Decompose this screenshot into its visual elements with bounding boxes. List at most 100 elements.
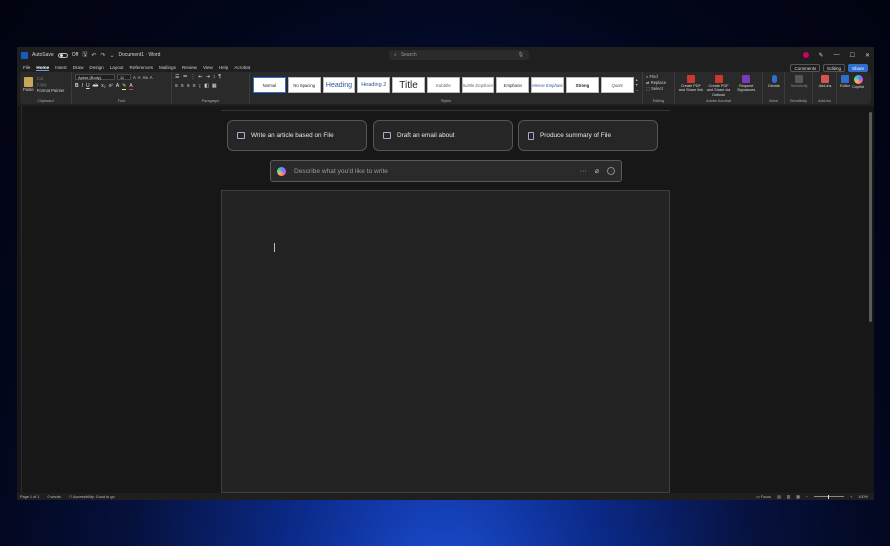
align-right-icon[interactable]: ≡: [187, 83, 190, 89]
paste-icon[interactable]: [23, 77, 33, 87]
zoom-level[interactable]: 100%: [858, 495, 868, 499]
word-count[interactable]: 0 words: [47, 495, 60, 499]
tab-insert[interactable]: Insert: [55, 65, 67, 70]
style-intense-emphasis[interactable]: Intense Emphasis: [531, 77, 565, 93]
zoom-in-icon[interactable]: +: [850, 495, 852, 499]
replace-button[interactable]: ⇄ Replace: [646, 80, 671, 85]
font-size-select[interactable]: 11: [117, 74, 131, 80]
shrink-font-icon[interactable]: A: [138, 75, 141, 80]
sort-icon[interactable]: ↕: [213, 74, 216, 80]
sensitivity-button[interactable]: Sensitivity: [788, 75, 810, 88]
tab-references[interactable]: References: [130, 65, 154, 70]
bold-icon[interactable]: B: [75, 83, 79, 90]
style-subtitle[interactable]: Subtitle: [426, 77, 460, 93]
increase-indent-icon[interactable]: ⇥: [206, 74, 210, 80]
find-button[interactable]: ⌕ Find: [646, 74, 671, 79]
text-effects-icon[interactable]: A: [116, 83, 119, 90]
zoom-out-icon[interactable]: −: [806, 495, 808, 499]
tab-review[interactable]: Review: [182, 65, 197, 70]
clear-formatting-icon[interactable]: A: [150, 75, 153, 80]
tab-acrobat[interactable]: Acrobat: [234, 65, 250, 70]
add-ins-button[interactable]: Add-ins: [816, 75, 834, 88]
close-button[interactable]: ✕: [865, 52, 870, 59]
style-title[interactable]: Title: [392, 77, 425, 93]
style-normal[interactable]: Normal: [253, 77, 286, 93]
share-button[interactable]: Share: [847, 64, 868, 72]
font-family-select[interactable]: Aptos (Body): [75, 74, 115, 80]
page-count[interactable]: Page 1 of 1: [20, 495, 39, 499]
subscript-icon[interactable]: x₂: [101, 83, 105, 90]
style-heading-2[interactable]: Heading 2: [357, 77, 391, 93]
tab-draw[interactable]: Draw: [73, 65, 84, 70]
suggestion-draft-email[interactable]: Draft an email about: [373, 120, 513, 151]
tab-view[interactable]: View: [203, 65, 213, 70]
suggestion-produce-summary[interactable]: Produce summary of File: [518, 120, 658, 151]
shading-icon[interactable]: ◧: [204, 83, 209, 89]
vertical-scrollbar[interactable]: [869, 112, 872, 322]
format-painter-button[interactable]: Format Painter: [37, 88, 65, 93]
vertical-ruler[interactable]: [17, 106, 22, 493]
comments-button[interactable]: Comments: [790, 64, 821, 72]
pen-icon[interactable]: ✎: [819, 52, 824, 59]
numbering-icon[interactable]: ≔: [182, 74, 187, 80]
align-left-icon[interactable]: ≡: [175, 83, 178, 89]
customize-toolbar-icon[interactable]: ⌄: [109, 52, 114, 59]
cut-button[interactable]: Cut: [37, 76, 65, 81]
decrease-indent-icon[interactable]: ⇤: [198, 74, 202, 80]
zoom-slider[interactable]: [814, 494, 845, 499]
send-icon[interactable]: →: [607, 167, 615, 175]
grow-font-icon[interactable]: A: [133, 75, 136, 80]
italic-icon[interactable]: I: [82, 83, 83, 90]
superscript-icon[interactable]: x²: [109, 83, 113, 90]
font-color-icon[interactable]: A: [129, 83, 133, 90]
change-case-icon[interactable]: Aa: [143, 75, 148, 80]
horizontal-ruler[interactable]: [221, 106, 670, 111]
underline-icon[interactable]: U: [86, 83, 90, 90]
tab-mailings[interactable]: Mailings: [159, 65, 176, 70]
document-page[interactable]: [221, 190, 670, 493]
attach-icon[interactable]: ⌀: [595, 167, 599, 175]
styles-more-icon[interactable]: ⌄: [636, 87, 639, 92]
justify-icon[interactable]: ≡: [193, 83, 196, 89]
style-no-spacing[interactable]: No Spacing: [287, 77, 321, 93]
web-layout-icon[interactable]: ▦: [796, 494, 800, 499]
tab-help[interactable]: Help: [219, 65, 228, 70]
accessibility-status[interactable]: ⚇ Accessibility: Good to go: [69, 494, 115, 499]
more-options-icon[interactable]: ···: [580, 168, 587, 175]
microphone-icon[interactable]: 🎙: [518, 52, 524, 58]
select-button[interactable]: ⬚ Select: [646, 86, 671, 91]
tab-file[interactable]: File: [23, 65, 30, 70]
focus-button[interactable]: ▭ Focus: [756, 494, 771, 499]
suggestion-write-article[interactable]: Write an article based on File: [227, 120, 367, 151]
copilot-prompt-input[interactable]: Describe what you'd like to write ··· ⌀ …: [270, 160, 622, 182]
style-emphasis[interactable]: Emphasis: [496, 77, 530, 93]
create-pdf-outlook-button[interactable]: Create PDF and Share via Outlook: [706, 75, 732, 98]
line-spacing-icon[interactable]: ↨: [199, 83, 202, 89]
tab-home[interactable]: Home: [36, 65, 50, 71]
bullets-icon[interactable]: ☰: [175, 74, 179, 80]
search-box[interactable]: ⌕ Search 🎙: [389, 50, 529, 60]
print-layout-icon[interactable]: ▥: [787, 494, 791, 499]
autosave-toggle[interactable]: [57, 52, 68, 58]
editor-button[interactable]: Editor: [840, 75, 850, 98]
copy-button[interactable]: Copy: [37, 82, 65, 87]
tab-layout[interactable]: Layout: [110, 65, 124, 70]
align-center-icon[interactable]: ≡: [181, 83, 184, 89]
create-pdf-share-link-button[interactable]: Create PDF and Share link: [678, 75, 704, 98]
avatar[interactable]: [802, 52, 809, 58]
style-heading[interactable]: Heading: [322, 77, 356, 93]
strikethrough-icon[interactable]: ab: [93, 83, 99, 90]
request-signatures-button[interactable]: Request Signatures: [733, 75, 759, 98]
maximize-button[interactable]: ☐: [850, 52, 855, 59]
multilevel-list-icon[interactable]: ⋮: [190, 74, 195, 80]
dictate-button[interactable]: Dictate: [766, 75, 782, 88]
redo-icon[interactable]: ↷: [100, 52, 105, 59]
tab-design[interactable]: Design: [89, 65, 103, 70]
style-quote[interactable]: Quote: [600, 77, 634, 93]
read-mode-icon[interactable]: ▤: [777, 494, 781, 499]
undo-icon[interactable]: ↶: [91, 52, 96, 59]
style-subtle-emphasis[interactable]: Subtle Emphasis: [461, 77, 495, 93]
style-strong[interactable]: Strong: [566, 77, 599, 93]
highlight-icon[interactable]: ✎: [122, 83, 127, 90]
copilot-button[interactable]: Copilot: [852, 75, 864, 98]
